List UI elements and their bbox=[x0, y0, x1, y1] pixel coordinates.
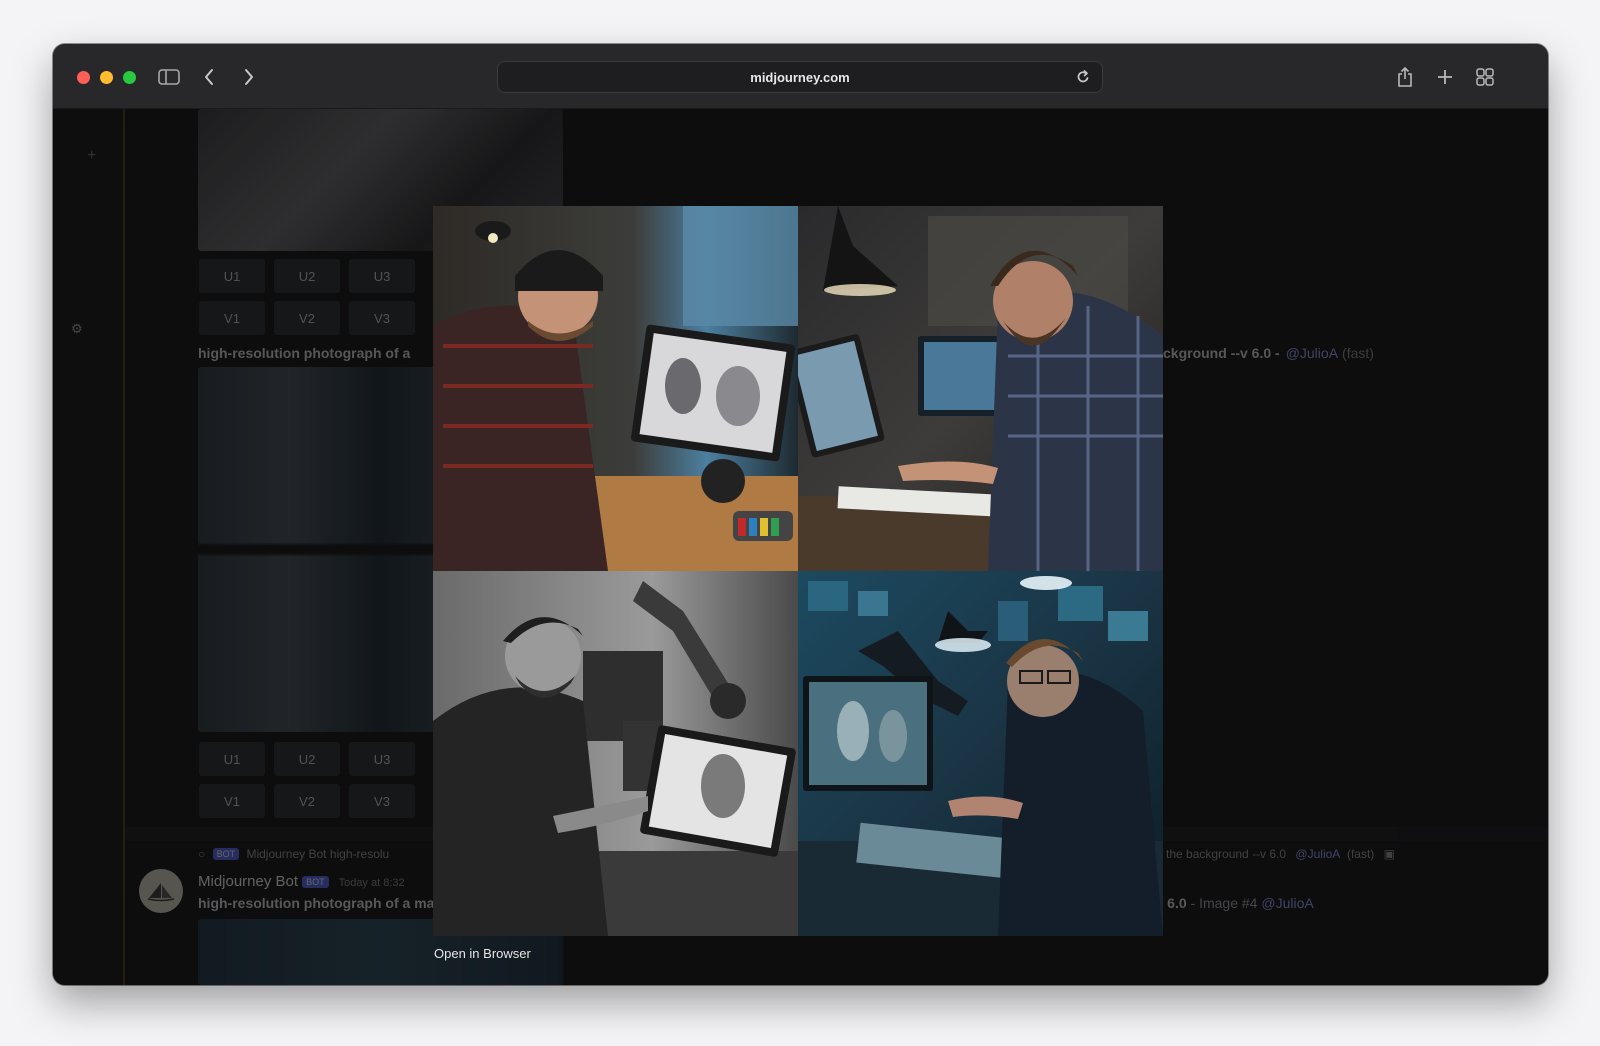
lightbox-image-grid[interactable] bbox=[433, 206, 1163, 936]
close-window-button[interactable] bbox=[77, 71, 90, 84]
image-2[interactable] bbox=[798, 206, 1163, 571]
forward-icon[interactable] bbox=[236, 64, 262, 90]
open-in-browser-link[interactable]: Open in Browser bbox=[434, 946, 531, 961]
browser-window: midjourney.com + ⚙ U1 U2 U3 V1 V2 V3 hig… bbox=[53, 44, 1548, 985]
new-tab-icon[interactable] bbox=[1432, 64, 1458, 90]
image-4[interactable] bbox=[798, 571, 1163, 936]
tab-overview-icon[interactable] bbox=[1472, 64, 1498, 90]
zoom-window-button[interactable] bbox=[123, 71, 136, 84]
reload-icon[interactable] bbox=[1076, 69, 1090, 90]
address-bar[interactable]: midjourney.com bbox=[497, 61, 1103, 93]
page-content: + ⚙ U1 U2 U3 V1 V2 V3 high-resolution ph… bbox=[53, 109, 1548, 985]
url-text: midjourney.com bbox=[750, 70, 850, 85]
back-icon[interactable] bbox=[196, 64, 222, 90]
share-icon[interactable] bbox=[1392, 64, 1418, 90]
sidebar-icon[interactable] bbox=[156, 64, 182, 90]
image-1[interactable] bbox=[433, 206, 798, 571]
title-bar: midjourney.com bbox=[53, 44, 1548, 109]
image-3[interactable] bbox=[433, 571, 798, 936]
minimize-window-button[interactable] bbox=[100, 71, 113, 84]
